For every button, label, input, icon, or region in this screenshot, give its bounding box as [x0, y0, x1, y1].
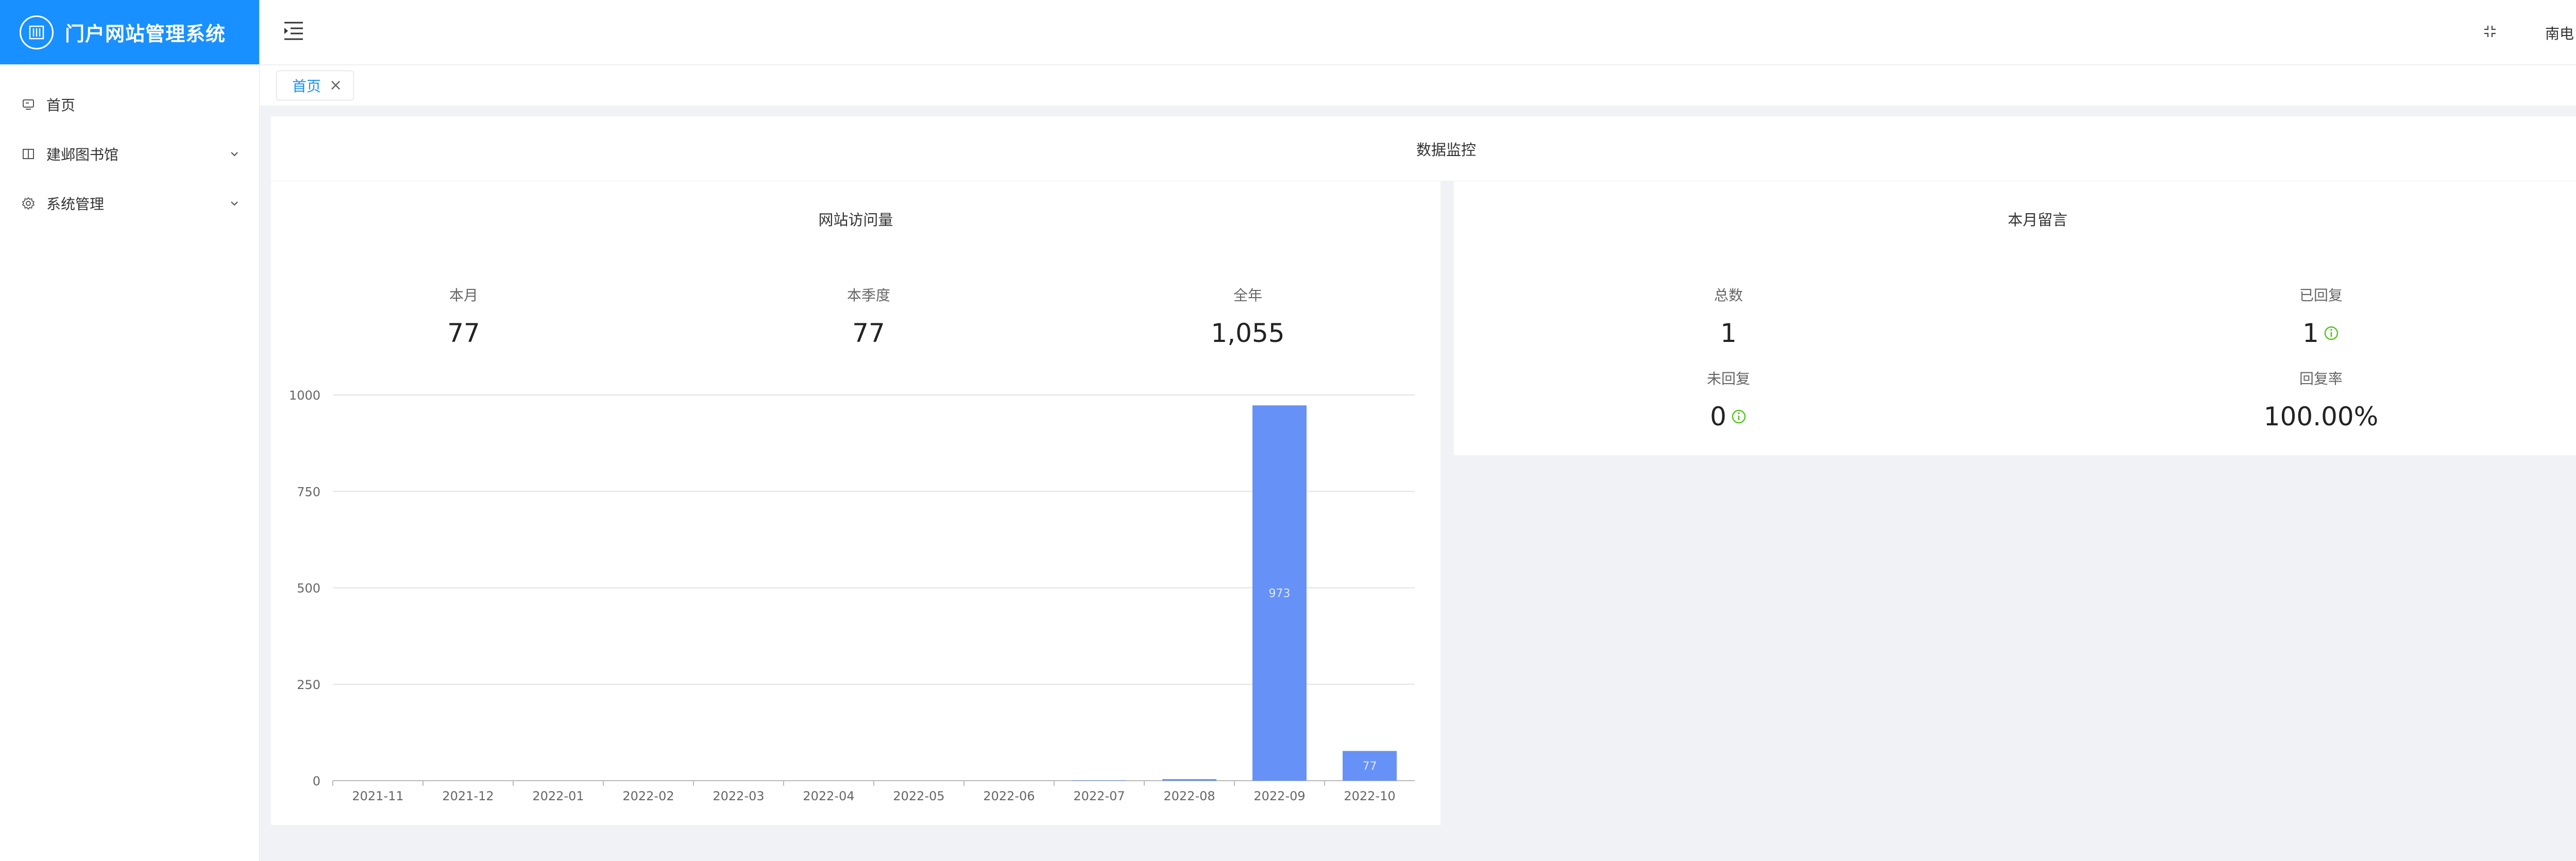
sidebar-item-system[interactable]: 系统管理 [0, 179, 259, 228]
app-title: 门户网站管理系统 [65, 23, 226, 45]
x-tick-label: 2022-05 [893, 789, 944, 803]
stat-label: 未回复 [1706, 370, 1750, 387]
x-tick-label: 2022-01 [532, 789, 584, 803]
monitor-title: 数据监控 [1416, 141, 1476, 159]
logo-bar: 门户网站管理系统 [0, 0, 259, 64]
sidebar-item-home[interactable]: 首页 [0, 80, 259, 129]
sidebar-item-label: 系统管理 [46, 196, 105, 213]
sidebar-item-label: 建邺图书馆 [46, 146, 119, 163]
info-icon[interactable] [1731, 408, 1747, 425]
visits-bar-chart: 0 250 500 750 1000 2021-11 2021-12 2022-01 2022-… [289, 388, 1415, 803]
gear-icon [21, 196, 36, 211]
stat-label: 回复率 [2299, 370, 2343, 387]
bar-2022-07 [1072, 780, 1126, 781]
close-icon[interactable]: × [329, 78, 342, 93]
stat-value: 1 [1720, 318, 1737, 348]
tab-home[interactable]: 首页 × [276, 71, 354, 100]
stat-unreplied: 未回复 0 [1667, 368, 1790, 432]
stat-label: 已回复 [2299, 287, 2343, 304]
info-icon[interactable] [2323, 325, 2340, 341]
stat-value: 100.00% [2263, 402, 2379, 432]
stat-reply-rate: 回复率 100.00% [2228, 368, 2414, 432]
bar-2022-08 [1162, 779, 1216, 781]
y-tick-label: 0 [313, 774, 320, 788]
bar-data-label: 973 [1269, 588, 1291, 600]
chevron-down-icon [231, 201, 238, 206]
stat-total: 总数 1 [1667, 284, 1790, 348]
y-tick-label: 750 [297, 485, 320, 499]
x-tick-label: 2022-04 [803, 789, 854, 803]
x-tick-label: 2022-07 [1073, 789, 1125, 803]
x-tick-label: 2021-12 [442, 789, 494, 803]
x-tick-label: 2022-06 [983, 789, 1035, 803]
y-tick-label: 250 [297, 678, 320, 692]
sidebar: 门户网站管理系统 首页 建邺图书馆 系统管理 [0, 0, 260, 861]
stat-value: 0 [1667, 402, 1790, 432]
x-tick-label: 2022-02 [622, 789, 674, 803]
monitor-icon [21, 97, 36, 112]
y-tick-label: 1000 [289, 388, 320, 403]
stat-value: 1 [2259, 318, 2383, 348]
user-name[interactable]: 南电 [2545, 23, 2574, 43]
messages-card: 本月留言 总数 1 已回复 1 未回复 0 回复率 100.00% [1454, 181, 2576, 455]
sidebar-item-label: 首页 [46, 97, 76, 114]
sidebar-item-library[interactable]: 建邺图书馆 [0, 129, 259, 179]
stat-label: 总数 [1714, 287, 1743, 304]
tags-bar: 首页 × [260, 65, 2576, 106]
stat-replied: 已回复 1 [2259, 284, 2383, 348]
y-tick-label: 500 [297, 581, 320, 596]
x-tick-label: 2021-11 [352, 789, 403, 803]
bar-data-label: 77 [1363, 760, 1377, 773]
menu-fold-icon[interactable] [282, 21, 305, 41]
x-tick-label: 2022-08 [1163, 789, 1215, 803]
messages-title: 本月留言 [2007, 211, 2067, 229]
book-icon [21, 146, 36, 162]
top-header: 南电 [260, 0, 2576, 65]
chevron-down-icon [231, 152, 238, 157]
fullscreen-icon[interactable] [2483, 25, 2497, 38]
x-tick-label: 2022-10 [1344, 789, 1395, 803]
monitor-header: 数据监控 [271, 116, 2576, 181]
logo-icon [20, 15, 54, 49]
tab-label: 首页 [292, 78, 321, 95]
x-tick-label: 2022-09 [1253, 789, 1305, 803]
visits-card: 网站访问量 本月 77 本季度 77 全年 1,055 0 250 500 750 10… [271, 181, 1440, 825]
x-tick-label: 2022-03 [713, 789, 764, 803]
